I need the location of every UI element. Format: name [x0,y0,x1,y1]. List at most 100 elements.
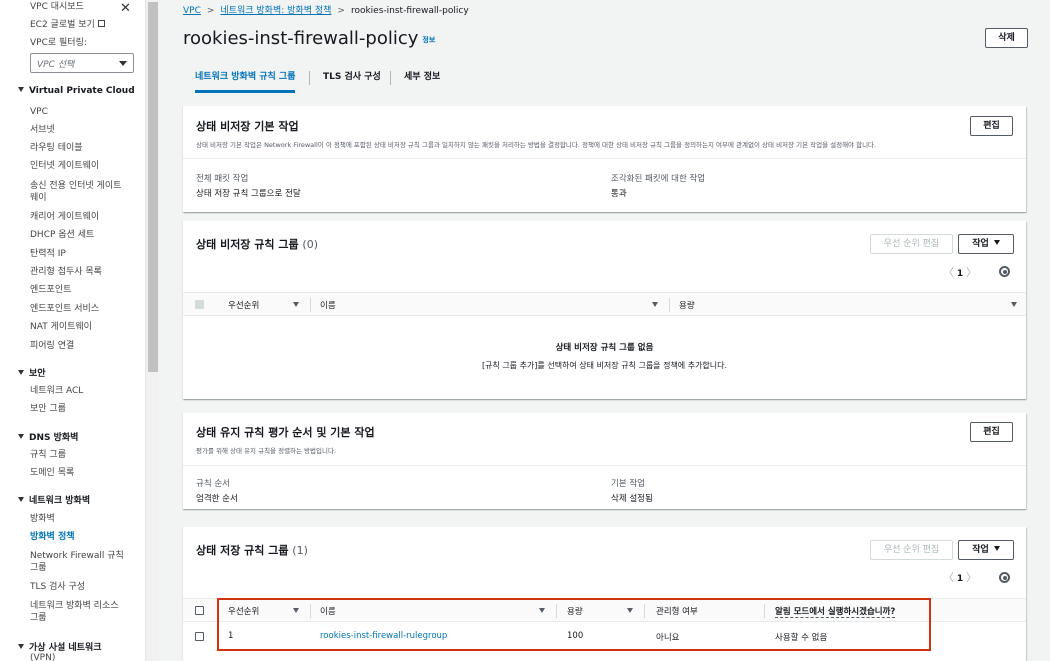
caret-down-icon [18,644,24,649]
sidebar-item-firewalls[interactable]: 방화벽 [30,513,55,525]
sidebar: VPC 대시보드 ✕ EC2 글로벌 보기 VPC로 필터링: VPC 선택 V… [0,0,145,661]
close-icon[interactable]: ✕ [120,1,131,16]
panel-title-text: 상태 비저장 규칙 그룹 [196,238,299,251]
sidebar-item-dns-rule-groups[interactable]: 규칙 그룹 [30,449,66,461]
sidebar-item-endpoints[interactable]: 엔드포인트 [30,284,71,296]
settings-gear-icon[interactable] [999,266,1010,277]
sidebar-item-tls-inspection[interactable]: TLS 검사 구성 [30,581,85,593]
edit-button[interactable]: 편집 [970,422,1013,442]
select-all-checkbox[interactable] [195,606,204,615]
settings-gear-icon[interactable] [999,572,1010,583]
sidebar-item-security-groups[interactable]: 보안 그룹 [30,403,66,415]
column-header-name[interactable]: 이름 [320,299,336,311]
sidebar-item-nfw-resource-groups[interactable]: 네트워크 방화벽 리소스 [30,600,119,612]
sidebar-item-vpc-dashboard[interactable]: VPC 대시보드 [30,1,84,13]
panel-description: 상태 비저장 기본 작업은 Network Firewall이 이 정책에 포함… [196,141,877,149]
chevron-down-icon [119,61,127,66]
chevron-right-icon[interactable]: 〉 [966,571,977,584]
column-header-priority[interactable]: 우선순위 [228,299,259,311]
breadcrumb-vpc[interactable]: VPC [183,6,201,16]
sidebar-item-firewall-policies[interactable]: 방화벽 정책 [30,531,75,543]
sidebar-item-egress-only-igw-cont[interactable]: 웨이 [30,192,47,204]
tab-rule-groups[interactable]: 네트워크 방화벽 규칙 그룹 [195,63,296,93]
sidebar-scrollbar[interactable] [145,0,159,661]
chevron-right-icon[interactable]: 〉 [966,266,977,279]
edit-button[interactable]: 편집 [970,116,1013,136]
sidebar-item-network-acl[interactable]: 네트워크 ACL [30,385,83,397]
edit-priority-button[interactable]: 우선 순위 편집 [870,540,953,560]
sidebar-item-vpc[interactable]: VPC [30,106,48,118]
select-all-checkbox [195,300,204,309]
page-number[interactable]: 1 [957,269,963,279]
page-number[interactable]: 1 [957,574,963,584]
page-title-text: rookies-inst-firewall-policy [183,28,419,49]
row-checkbox[interactable] [195,632,204,641]
chevron-right-icon: > [206,6,215,16]
sidebar-item-subnets[interactable]: 서브넷 [30,124,55,136]
actions-dropdown[interactable]: 작업 [958,540,1014,560]
empty-state-title: 상태 비저장 규칙 그룹 없음 [555,343,654,353]
default-action-label: 기본 작업 [611,479,645,489]
sort-icon[interactable] [1011,302,1017,307]
rule-order-label: 규칙 순서 [196,479,230,489]
divider [183,158,1026,159]
column-header-capacity[interactable]: 용량 [679,299,695,311]
caret-down-icon [18,87,24,92]
sidebar-item-nfw-rule-groups[interactable]: Network Firewall 규칙 [30,550,124,562]
sidebar-item-peering[interactable]: 피어링 연결 [30,340,74,352]
caret-down-icon [18,434,24,439]
tab-tls-inspection[interactable]: TLS 검사 구성 [323,63,381,93]
sidebar-section-vpc[interactable]: Virtual Private Cloud [18,86,135,96]
rule-order-value: 엄격한 순서 [196,494,238,504]
chevron-right-icon: > [337,6,345,16]
sidebar-item-carrier-gateways[interactable]: 캐리어 게이트웨이 [30,211,99,223]
column-divider [669,298,670,312]
chevron-left-icon[interactable]: 〈 [943,571,954,584]
divider [183,465,1026,466]
empty-state-description: [규칙 그룹 추가]를 선택하여 상태 비저장 규칙 그룹을 정책에 추가합니다… [481,361,728,370]
panel-description: 평가를 위해 상태 유지 규칙을 정렬하는 방법입니다. [196,447,337,455]
sidebar-item-prefix-lists[interactable]: 관리형 접두사 목록 [30,266,102,278]
sidebar-item-nfw-resource-groups-cont[interactable]: 그룹 [30,612,47,624]
sidebar-item-elastic-ip[interactable]: 탄력적 IP [30,248,66,260]
edit-priority-button[interactable]: 우선 순위 편집 [870,234,953,254]
panel-title-text: 상태 저장 규칙 그룹 [196,544,289,557]
breadcrumb: VPC > 네트워크 방화벽: 방화벽 정책 > rookies-inst-firewa… [183,3,469,16]
sort-icon[interactable] [293,302,299,307]
sidebar-item-route-tables[interactable]: 라우팅 테이블 [30,142,83,154]
stateless-rule-groups-panel: 상태 비저장 규칙 그룹 (0) 우선 순위 편집 작업 〈 1 〉 우선순위 … [183,221,1026,399]
actions-label: 작업 [972,545,989,555]
column-divider [310,298,311,312]
sidebar-section-network-firewall[interactable]: 네트워크 방화벽 [18,493,90,506]
chevron-left-icon[interactable]: 〈 [943,266,954,279]
sidebar-section-label: 네트워크 방화벽 [29,496,91,506]
breadcrumb-current: rookies-inst-firewall-policy [350,6,469,16]
caret-down-icon [993,240,1000,245]
sidebar-item-endpoint-services[interactable]: 엔드포인트 서비스 [30,303,99,315]
fragment-label: 조각화된 패킷에 대한 작업 [611,174,706,184]
info-link[interactable]: 정보 [422,36,435,44]
sidebar-item-nfw-rule-groups-cont[interactable]: 그룹 [30,562,47,574]
sidebar-item-label: EC2 글로벌 보기 [30,20,95,30]
fragment-value: 통과 [611,189,627,199]
actions-dropdown[interactable]: 작업 [958,234,1014,254]
sidebar-section-security[interactable]: 보안 [18,366,46,379]
table-header: 우선순위 이름 용량 [183,292,1026,316]
scrollbar-thumb[interactable] [148,2,158,372]
sidebar-item-internet-gateways[interactable]: 인터넷 게이트웨이 [30,160,99,172]
sidebar-item-domain-lists[interactable]: 도메인 목록 [30,467,74,479]
sidebar-item-ec2-global-view[interactable]: EC2 글로벌 보기 [30,19,105,31]
panel-count: (0) [302,238,319,251]
sidebar-section-dns-firewall[interactable]: DNS 방화벽 [18,430,78,443]
tab-details[interactable]: 세부 정보 [404,63,440,93]
sidebar-item-dhcp-options[interactable]: DHCP 옵션 세트 [30,229,94,241]
sidebar-item-nat-gateways[interactable]: NAT 게이트웨이 [30,321,92,333]
page-title: rookies-inst-firewall-policy 정보 [183,28,435,49]
vpc-select[interactable]: VPC 선택 [30,53,134,73]
panel-title: 상태 비저장 기본 작업 [196,120,299,133]
sort-icon[interactable] [652,302,658,307]
tab-divider [390,71,391,85]
delete-button[interactable]: 삭제 [985,28,1028,48]
breadcrumb-firewall-policies[interactable]: 네트워크 방화벽: 방화벽 정책 [220,6,331,16]
sidebar-item-egress-only-igw[interactable]: 송신 전용 인터넷 게이트 [30,180,121,192]
